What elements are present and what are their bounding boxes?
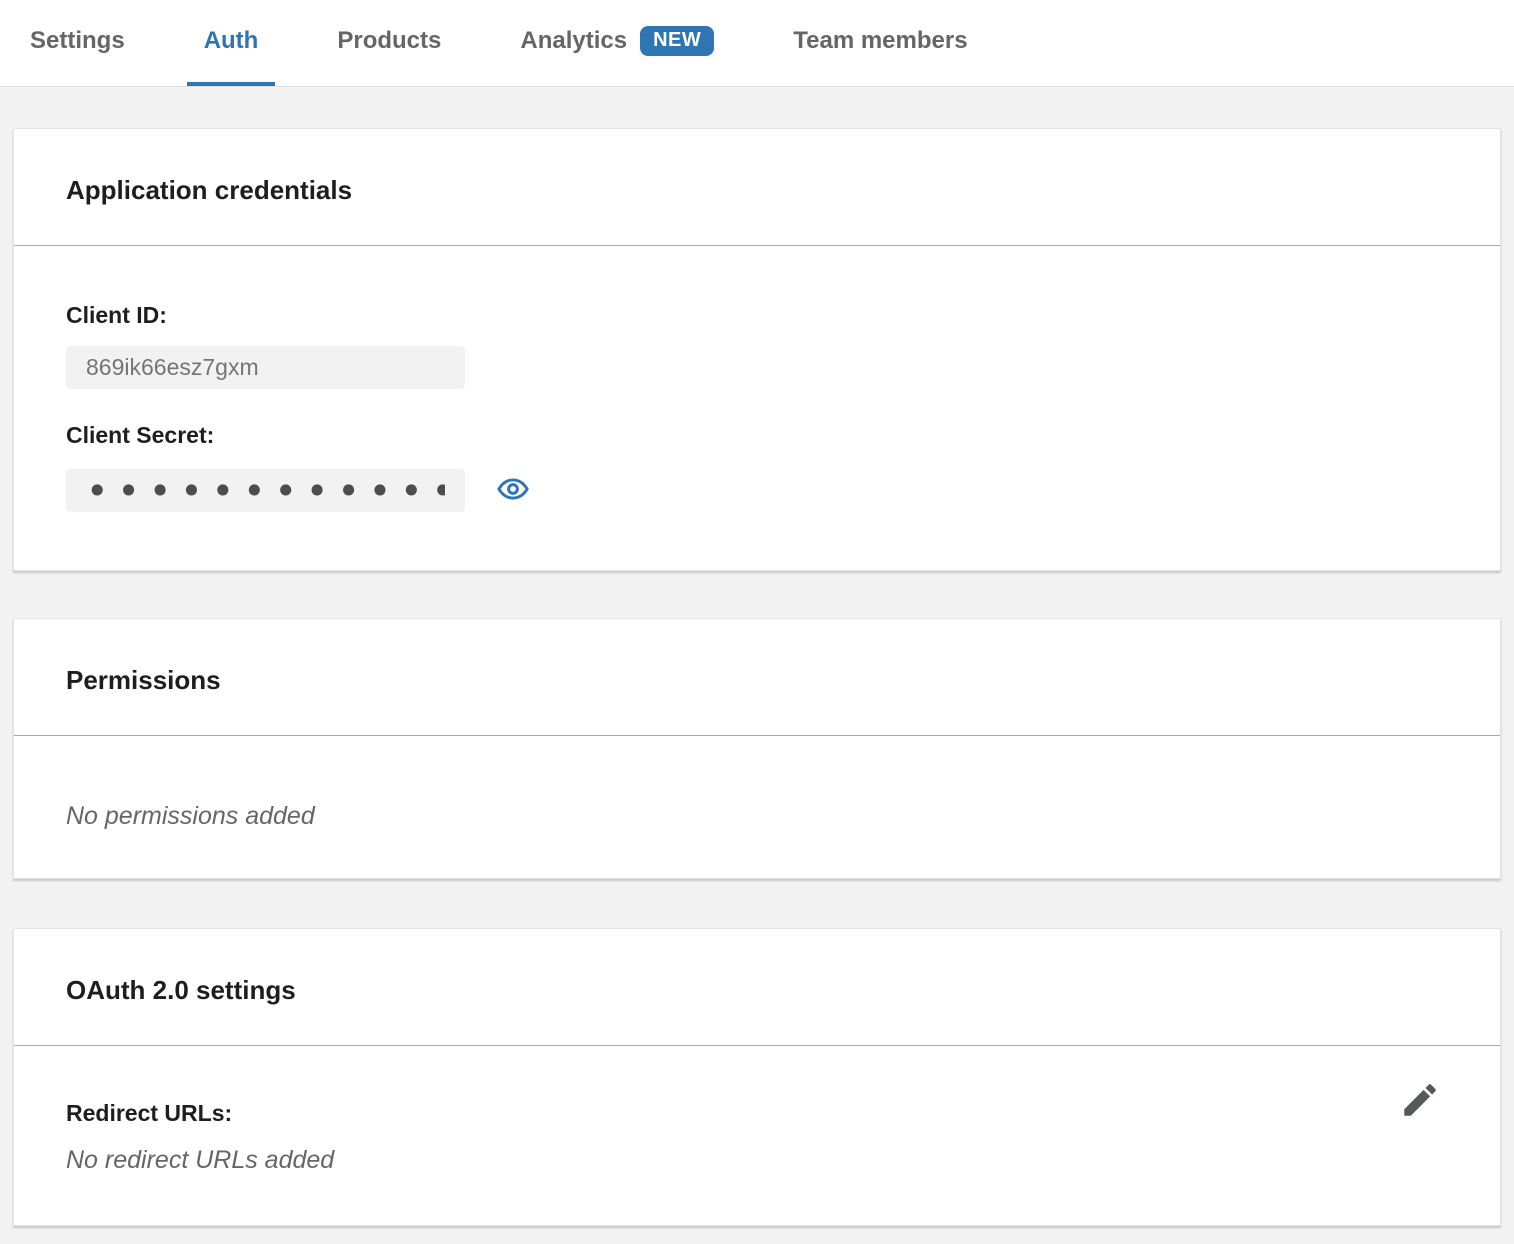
- client-id-value: 869ik66esz7gxm: [86, 354, 259, 381]
- redirect-urls-empty-state: No redirect URLs added: [66, 1146, 1448, 1175]
- card-title: OAuth 2.0 settings: [66, 975, 1448, 1006]
- redirect-urls-label: Redirect URLs:: [66, 1100, 1448, 1127]
- permissions-empty-state: No permissions added: [66, 802, 1448, 831]
- tab-analytics[interactable]: Analytics NEW: [503, 0, 731, 86]
- card-header: OAuth 2.0 settings: [14, 929, 1500, 1046]
- tab-label: Settings: [30, 27, 125, 55]
- client-secret-field: ••••••••••••••••: [66, 469, 465, 512]
- client-secret-masked-value: ••••••••••••••••: [86, 471, 445, 511]
- card-title: Permissions: [66, 665, 1448, 696]
- tab-label: Products: [337, 27, 441, 55]
- card-body: Redirect URLs: No redirect URLs added: [14, 1046, 1500, 1225]
- tab-team-members[interactable]: Team members: [776, 0, 984, 86]
- client-id-field: 869ik66esz7gxm: [66, 346, 465, 389]
- card-title: Application credentials: [66, 175, 1448, 206]
- tab-bar: Settings Auth Products Analytics NEW Tea…: [0, 0, 1514, 87]
- eye-icon: [496, 472, 530, 506]
- tab-label: Analytics: [520, 27, 627, 55]
- card-header: Application credentials: [14, 129, 1500, 246]
- tab-settings[interactable]: Settings: [13, 0, 142, 86]
- client-secret-label: Client Secret:: [66, 422, 1448, 449]
- reveal-secret-button[interactable]: [496, 472, 530, 506]
- client-secret-row: ••••••••••••••••: [66, 449, 1448, 512]
- tab-label: Team members: [793, 27, 967, 55]
- tab-auth[interactable]: Auth: [187, 0, 276, 86]
- tab-products[interactable]: Products: [320, 0, 458, 86]
- tab-label: Auth: [204, 27, 259, 55]
- oauth-settings-card: OAuth 2.0 settings Redirect URLs: No red…: [13, 928, 1501, 1226]
- new-badge: NEW: [640, 26, 714, 56]
- card-header: Permissions: [14, 619, 1500, 736]
- application-credentials-card: Application credentials Client ID: 869ik…: [13, 128, 1501, 571]
- pencil-icon: [1399, 1079, 1441, 1121]
- permissions-card: Permissions No permissions added: [13, 618, 1501, 879]
- card-body: Client ID: 869ik66esz7gxm Client Secret:…: [14, 246, 1500, 570]
- edit-redirect-urls-button[interactable]: [1399, 1079, 1441, 1121]
- card-body: No permissions added: [14, 736, 1500, 878]
- client-id-label: Client ID:: [66, 302, 1448, 329]
